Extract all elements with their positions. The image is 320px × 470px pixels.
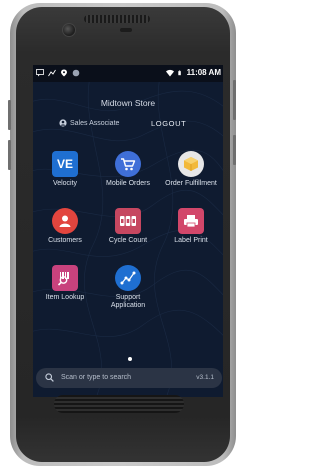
bottom-speaker (54, 395, 184, 413)
package-icon (178, 151, 204, 177)
customer-icon (52, 208, 78, 234)
store-name: Midtown Store (100, 98, 156, 108)
app-label: Mobile Orders (106, 180, 150, 187)
printer-icon (178, 208, 204, 234)
wifi-icon (165, 69, 174, 76)
velocity-icon: VE (52, 151, 78, 177)
screen: 11:08 AM Midtown Store Sales Associate L… (33, 65, 223, 397)
app-customers[interactable]: Customers (33, 208, 97, 245)
app-label-line1: Support (115, 294, 141, 301)
logout-button[interactable]: LOGOUT (151, 119, 186, 128)
top-speaker (84, 15, 150, 23)
app-cycle-count[interactable]: Cycle Count (96, 208, 160, 245)
search-input[interactable]: Scan or type to search (61, 374, 131, 381)
page-indicator-dot[interactable] (128, 357, 132, 361)
battery-icon (177, 70, 181, 75)
app-label-print[interactable]: Label Print (159, 208, 223, 245)
app-label: Velocity (52, 180, 78, 187)
app-label-line2: Application (110, 302, 146, 309)
app-label: Order Fulfillment (165, 180, 217, 187)
app-label: Customers (48, 237, 82, 244)
clock: 11:08 AM (186, 68, 221, 77)
user-role: Sales Associate (59, 119, 119, 127)
record-icon (72, 69, 80, 77)
role-label: Sales Associate (70, 119, 120, 127)
shopping-cart-icon (115, 151, 141, 177)
scan-side-button[interactable] (8, 140, 11, 170)
proximity-sensor (120, 28, 132, 32)
app-item-lookup[interactable]: Item Lookup (33, 265, 97, 302)
app-mobile-orders[interactable]: Mobile Orders (96, 151, 160, 188)
volume-button[interactable] (8, 100, 11, 130)
app-velocity[interactable]: VE Velocity (33, 151, 97, 188)
app-label: Cycle Count (108, 237, 148, 244)
status-bar: 11:08 AM (33, 65, 223, 82)
power-button[interactable] (233, 80, 236, 120)
user-icon (59, 119, 67, 127)
search-bar[interactable]: Scan or type to search v3.1.1 (36, 368, 222, 388)
location-icon (61, 69, 67, 77)
search-icon (45, 373, 54, 382)
version-label: v3.1.1 (196, 374, 214, 381)
app-order-fulfillment[interactable]: Order Fulfillment (159, 151, 223, 188)
barcode-scan-icon (52, 265, 78, 291)
app-label: Item Lookup (45, 294, 85, 301)
app-support-application[interactable]: Support Application (96, 265, 160, 310)
side-trigger-button[interactable] (233, 135, 236, 165)
support-graph-icon (115, 265, 141, 291)
front-camera (62, 23, 76, 37)
header: Midtown Store Sales Associate LOGOUT (33, 82, 223, 142)
chart-icon (48, 69, 56, 77)
chat-icon (36, 69, 44, 77)
counter-icon (115, 208, 141, 234)
app-label: Label Print (174, 237, 208, 244)
